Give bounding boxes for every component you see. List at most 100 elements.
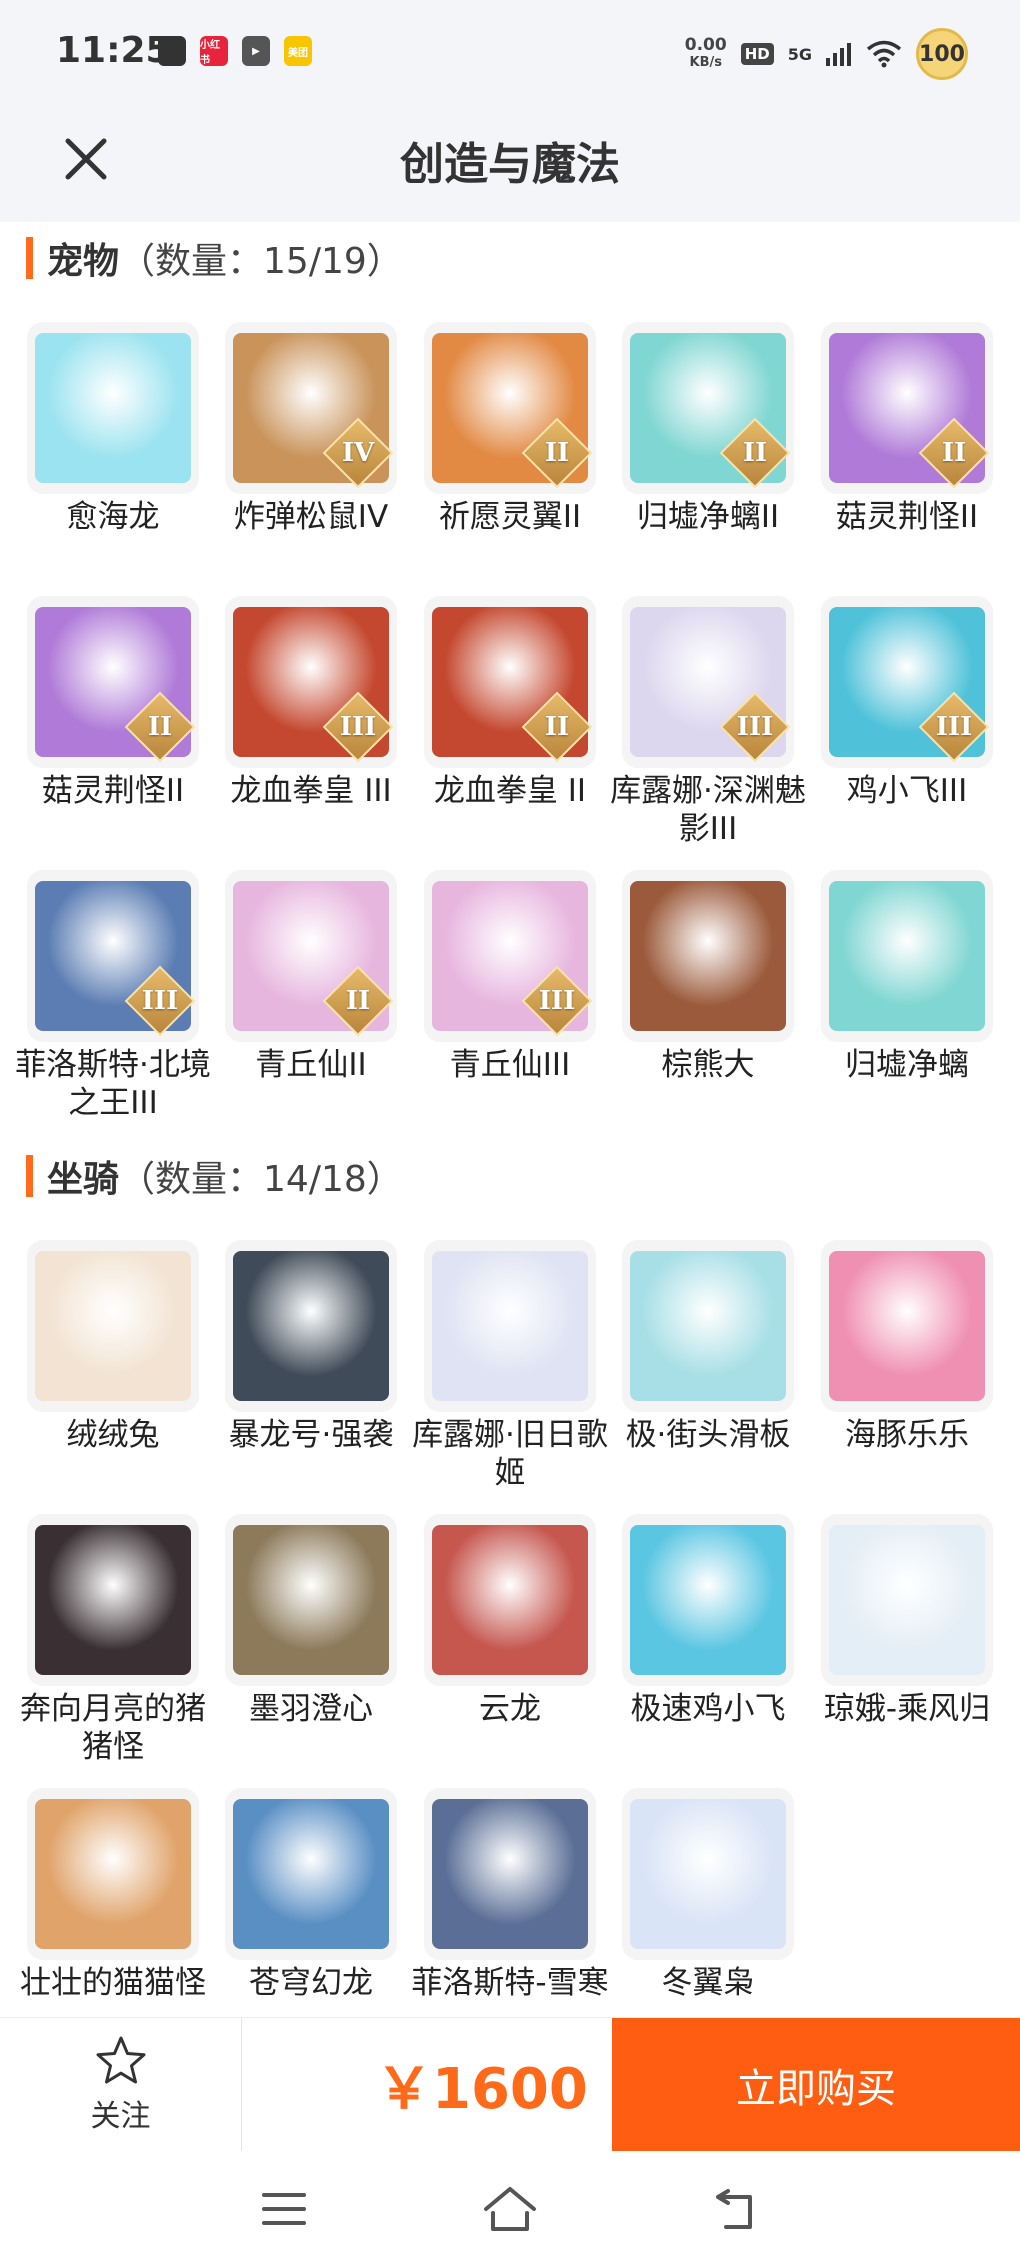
mount-name: 库露娜·旧日歌姬	[412, 1417, 608, 1491]
mount-card[interactable]: 云龙	[424, 1514, 596, 1728]
mount-card[interactable]: 冬翼枭	[622, 1788, 794, 2002]
mount-thumbnail	[225, 1240, 397, 1412]
pet-thumbnail	[27, 322, 199, 494]
signal-icon	[826, 43, 851, 66]
mount-name: 苍穹幻龙	[249, 1965, 373, 2001]
video-app-icon: ▶	[242, 36, 270, 66]
mount-card[interactable]: 菲洛斯特-雪寒	[411, 1788, 609, 2002]
tier-badge-label: IV	[341, 438, 375, 468]
nav-menu-button[interactable]	[254, 2181, 314, 2237]
net-speed-unit: KB/s	[689, 55, 722, 70]
follow-label: 关注	[90, 2099, 151, 2134]
character-image	[35, 1525, 191, 1675]
pet-card[interactable]: III 鸡小飞III	[821, 596, 993, 810]
character-image	[432, 1525, 588, 1675]
star-icon	[96, 2036, 145, 2084]
pet-name: 菲洛斯特·北境之王III	[15, 1047, 211, 1121]
pet-card[interactable]: II 青丘仙II	[225, 870, 397, 1084]
tier-badge-label: II	[544, 712, 570, 742]
tier-badge-label: III	[339, 712, 377, 742]
pet-card[interactable]: 归墟净螭	[821, 870, 993, 1084]
mount-thumbnail	[622, 1788, 794, 1960]
character-image	[233, 1251, 389, 1401]
pet-card[interactable]: II 龙血拳皇 II	[424, 596, 596, 810]
character-image	[233, 1525, 389, 1675]
mount-card[interactable]: 库露娜·旧日歌姬	[412, 1240, 608, 1492]
pet-card[interactable]: III 菲洛斯特·北境之王III	[15, 870, 211, 1122]
mount-thumbnail	[225, 1788, 397, 1960]
pet-card[interactable]: III 青丘仙III	[424, 870, 596, 1084]
pet-card[interactable]: II 祈愿灵翼II	[424, 322, 596, 536]
pet-card[interactable]: II 菇灵荆怪II	[27, 596, 199, 810]
status-app-icons: 小红书 ▶ 美团	[158, 36, 312, 66]
character-image	[630, 1799, 786, 1949]
pet-name: 祈愿灵翼II	[438, 499, 582, 535]
character-image	[829, 881, 985, 1031]
mount-name: 绒绒兔	[66, 1417, 160, 1453]
mount-name: 壮壮的猫猫怪	[20, 1965, 206, 2001]
character-image	[432, 1799, 588, 1949]
pet-name: 炸弹松鼠IV	[233, 499, 389, 535]
pet-thumbnail: II	[424, 596, 596, 768]
hd-icon: HD	[740, 43, 774, 65]
tier-badge-label: II	[345, 986, 371, 1016]
mount-card[interactable]: 苍穹幻龙	[225, 1788, 397, 2002]
mount-card[interactable]: 极速鸡小飞	[622, 1514, 794, 1728]
mount-thumbnail	[622, 1514, 794, 1686]
character-image	[829, 1525, 985, 1675]
pet-card[interactable]: IV 炸弹松鼠IV	[225, 322, 397, 536]
pet-name: 归墟净螭II	[636, 499, 780, 535]
follow-button[interactable]: 关注	[0, 2018, 242, 2152]
page-title: 创造与魔法	[400, 139, 620, 190]
tier-badge-label: II	[742, 438, 768, 468]
pet-name: 菇灵荆怪II	[835, 499, 979, 535]
character-image	[233, 1799, 389, 1949]
character-image	[630, 881, 786, 1031]
pet-card[interactable]: III 库露娜·深渊魅影III	[610, 596, 806, 848]
mounts-section-count: （数量：14/18）	[119, 1159, 403, 1200]
mount-thumbnail	[27, 1514, 199, 1686]
mount-card[interactable]: 暴龙号·强袭	[225, 1240, 397, 1454]
pet-name: 库露娜·深渊魅影III	[610, 773, 806, 847]
character-image	[35, 1799, 191, 1949]
pet-thumbnail: II	[225, 870, 397, 1042]
character-image	[35, 333, 191, 483]
mount-thumbnail	[225, 1514, 397, 1686]
clipboard-icon	[158, 36, 186, 66]
nav-back-button[interactable]	[706, 2181, 766, 2237]
mount-name: 琼娥-乘风归	[823, 1691, 991, 1727]
buy-now-button[interactable]: 立即购买	[612, 2018, 1020, 2152]
mount-card[interactable]: 极·街头滑板	[622, 1240, 794, 1454]
mount-thumbnail	[821, 1240, 993, 1412]
pet-card[interactable]: II 归墟净螭II	[622, 322, 794, 536]
pet-card[interactable]: 棕熊大	[622, 870, 794, 1084]
pet-card[interactable]: 愈海龙	[27, 322, 199, 536]
pet-card[interactable]: II 菇灵荆怪II	[821, 322, 993, 536]
pets-section-count: （数量：15/19）	[119, 241, 403, 282]
mount-card[interactable]: 壮壮的猫猫怪	[20, 1788, 206, 2002]
mount-card[interactable]: 绒绒兔	[27, 1240, 199, 1454]
status-right: 0.00 KB/s HD 5G 100	[685, 28, 968, 80]
mount-name: 冬翼枭	[661, 1965, 755, 2001]
page-header: 创造与魔法	[0, 110, 1020, 222]
meituan-icon: 美团	[284, 36, 312, 66]
character-image	[630, 1525, 786, 1675]
nav-home-button[interactable]	[480, 2181, 540, 2237]
pet-card[interactable]: III 龙血拳皇 III	[225, 596, 397, 810]
pet-name: 愈海龙	[66, 499, 160, 535]
content-scroll[interactable]: 宠物 （数量：15/19） 愈海龙 IV 炸弹松鼠IV II 祈愿灵翼II II 归墟净螭I…	[0, 222, 1020, 2017]
wifi-icon	[866, 40, 902, 68]
net-speed: 0.00 KB/s	[685, 37, 727, 71]
mount-card[interactable]: 琼娥-乘风归	[821, 1514, 993, 1728]
back-icon	[716, 2189, 752, 2229]
mount-thumbnail	[424, 1788, 596, 1960]
pet-thumbnail: III	[225, 596, 397, 768]
pet-name: 鸡小飞III	[846, 773, 968, 809]
mount-card[interactable]: 奔向月亮的猪猪怪	[20, 1514, 206, 1766]
mount-card[interactable]: 海豚乐乐	[821, 1240, 993, 1454]
section-accent-bar	[26, 237, 33, 279]
mount-name: 墨羽澄心	[249, 1691, 373, 1727]
mount-thumbnail	[622, 1240, 794, 1412]
mount-card[interactable]: 墨羽澄心	[225, 1514, 397, 1728]
pet-thumbnail: III	[821, 596, 993, 768]
